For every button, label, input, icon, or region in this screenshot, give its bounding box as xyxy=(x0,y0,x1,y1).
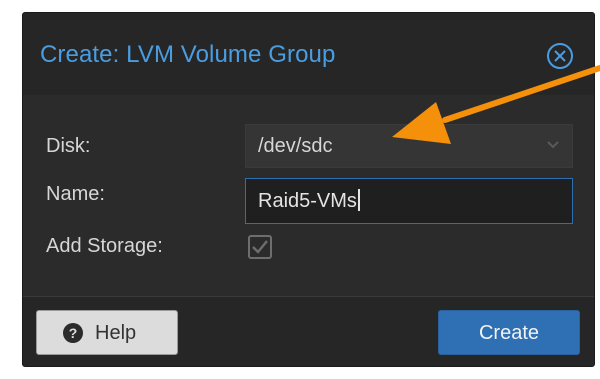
name-input[interactable]: Raid5-VMs xyxy=(245,178,573,224)
name-input-value: Raid5-VMs xyxy=(258,190,357,212)
help-button[interactable]: ? Help xyxy=(36,310,178,355)
disk-label: Disk: xyxy=(46,135,91,157)
add-storage-label: Add Storage: xyxy=(46,235,163,257)
disk-select-value: /dev/sdc xyxy=(258,135,333,157)
add-storage-checkbox[interactable] xyxy=(248,235,272,259)
text-caret xyxy=(357,189,360,211)
create-button[interactable]: Create xyxy=(438,310,580,355)
chevron-down-icon xyxy=(547,141,559,149)
question-circle-icon: ? xyxy=(63,323,83,343)
close-circle-icon xyxy=(547,43,573,69)
dialog-body: Disk: /dev/sdc Name: Raid5-VMs Add Stora… xyxy=(23,95,594,296)
lvm-volume-group-dialog: Create: LVM Volume Group Disk: /dev/sdc … xyxy=(22,12,595,367)
checkbox-checked-icon xyxy=(248,235,272,259)
svg-text:?: ? xyxy=(69,325,78,341)
dialog-title: Create: LVM Volume Group xyxy=(40,41,336,68)
help-button-label: Help xyxy=(95,322,137,344)
disk-select[interactable]: /dev/sdc xyxy=(245,124,573,168)
dialog-header: Create: LVM Volume Group xyxy=(23,13,594,95)
name-label: Name: xyxy=(46,183,105,205)
screenshot: Create: LVM Volume Group Disk: /dev/sdc … xyxy=(0,0,600,379)
dialog-footer: ? Help Create xyxy=(23,296,594,366)
close-button[interactable] xyxy=(546,42,574,70)
create-button-label: Create xyxy=(478,322,540,344)
